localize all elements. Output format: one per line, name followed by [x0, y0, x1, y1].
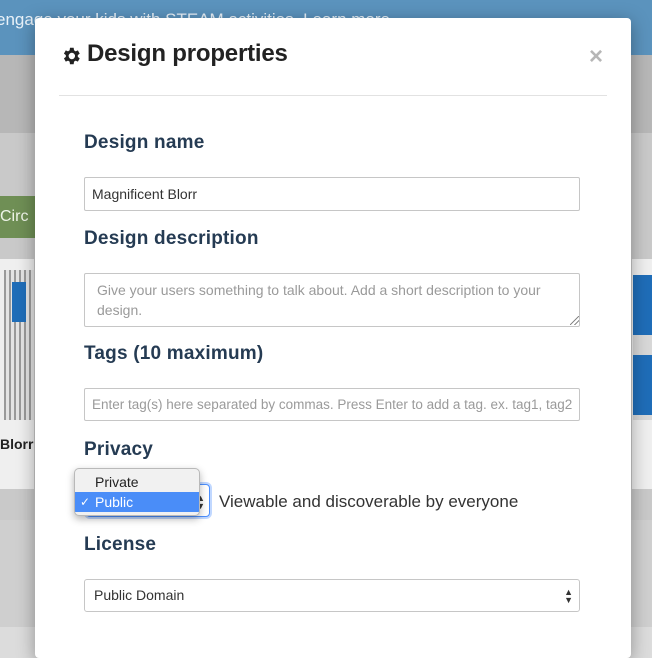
textarea-resize-handle[interactable] — [570, 316, 579, 325]
background-circuit-button: Circ — [0, 196, 40, 238]
select-arrows-icon: ▲ ▼ — [564, 587, 573, 605]
background-design-card-name: Blorr — [0, 436, 34, 452]
privacy-label: Privacy — [84, 439, 154, 460]
privacy-dropdown-menu: Private ✓ Public — [74, 468, 200, 516]
privacy-option-label: Private — [95, 474, 139, 490]
design-description-label: Design description — [84, 228, 259, 249]
privacy-option-label: Public — [95, 494, 134, 510]
modal-title: Design properties — [87, 40, 288, 67]
modal-header: Design properties × — [59, 18, 607, 96]
design-description-input[interactable] — [84, 273, 580, 327]
tags-input[interactable] — [84, 388, 580, 421]
design-name-label: Design name — [84, 132, 205, 153]
background-design-thumbnail — [4, 270, 34, 420]
tags-label: Tags (10 maximum) — [84, 343, 264, 364]
license-select[interactable]: Public Domain ▲ ▼ — [84, 579, 580, 612]
license-selected-value: Public Domain — [94, 587, 185, 603]
gear-icon — [63, 47, 80, 65]
privacy-option-private[interactable]: Private — [75, 472, 199, 492]
background-circuit-button-label: Circ — [0, 208, 29, 225]
design-properties-modal: Design properties × Design name Design d… — [35, 18, 631, 658]
license-label: License — [84, 534, 157, 555]
close-button[interactable]: × — [585, 45, 607, 69]
background-design-thumbnail-right — [633, 275, 652, 420]
design-name-input[interactable] — [84, 177, 580, 211]
privacy-option-public[interactable]: ✓ Public — [75, 492, 199, 512]
privacy-description: Viewable and discoverable by everyone — [219, 492, 519, 511]
check-icon: ✓ — [80, 495, 91, 509]
